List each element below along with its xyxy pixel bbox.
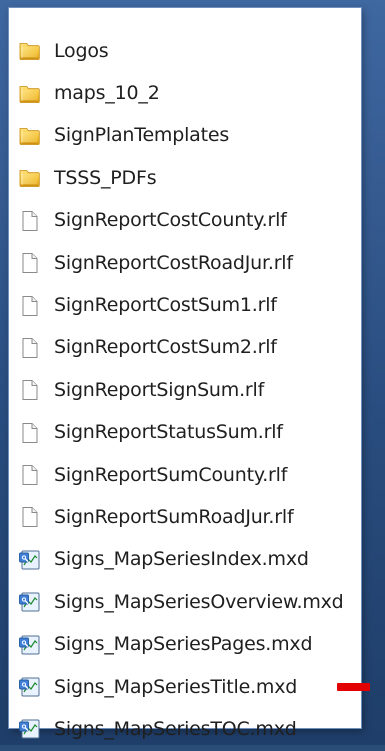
mxd-map-icon: [18, 590, 54, 614]
document-icon: [18, 251, 54, 275]
file-list-item[interactable]: SignReportSignSum.rlf: [9, 369, 361, 411]
mxd-map-icon: [18, 717, 54, 741]
file-name-label: SignReportCostRoadJur.rlf: [54, 251, 293, 274]
document-icon: [18, 421, 54, 445]
folder-icon: [18, 166, 54, 190]
folder-list-item[interactable]: Logos: [9, 30, 361, 72]
file-name-label: Signs_MapSeriesTOC.mxd: [54, 717, 297, 740]
file-name-label: SignReportCostSum2.rlf: [54, 336, 277, 359]
file-list-item[interactable]: SignReportStatusSum.rlf: [9, 412, 361, 454]
file-list-item[interactable]: Signs_MapSeriesTitle.mxd: [9, 666, 370, 708]
file-name-label: SignReportSignSum.rlf: [54, 378, 265, 401]
folder-list-item[interactable]: SignPlanTemplates: [9, 115, 361, 157]
file-name-label: maps_10_2: [54, 82, 160, 105]
file-list: Logos maps_10_2 SignPlanTemplates TSSS_P…: [9, 30, 370, 751]
file-list-panel: Logos maps_10_2 SignPlanTemplates TSSS_P…: [9, 8, 370, 739]
file-list-item[interactable]: Signs_MapSeriesIndex.mxd: [9, 539, 361, 581]
mxd-map-icon: [18, 675, 54, 699]
document-icon: [18, 209, 54, 233]
file-name-label: SignReportCostCounty.rlf: [54, 209, 287, 232]
file-name-label: SignReportCostSum1.rlf: [54, 294, 277, 317]
document-icon: [18, 463, 54, 487]
file-name-label: Signs_MapSeriesIndex.mxd: [54, 548, 309, 571]
folder-icon: [18, 124, 54, 148]
mxd-map-icon: [18, 633, 54, 657]
file-name-label: SignPlanTemplates: [54, 124, 230, 147]
file-list-item[interactable]: Signs_MapSeriesTOC.mxd: [9, 708, 361, 750]
document-icon: [18, 294, 54, 318]
file-name-label: SignReportStatusSum.rlf: [54, 421, 283, 444]
file-list-item[interactable]: Signs_MapSeriesPages.mxd: [9, 623, 361, 665]
file-list-item[interactable]: SignReportCostRoadJur.rlf: [9, 242, 361, 284]
file-list-item[interactable]: SignReportCostSum2.rlf: [9, 327, 361, 369]
red-highlight-marker: [337, 683, 370, 692]
folder-icon: [18, 82, 54, 106]
folder-icon: [18, 39, 54, 63]
file-name-label: Signs_MapSeriesOverview.mxd: [54, 590, 344, 613]
folder-list-item[interactable]: TSSS_PDFs: [9, 157, 361, 199]
file-name-label: SignReportSumCounty.rlf: [54, 463, 288, 486]
folder-list-item[interactable]: maps_10_2: [9, 72, 361, 114]
document-icon: [18, 336, 54, 360]
file-list-item[interactable]: Signs_MapSeriesOverview.mxd: [9, 581, 361, 623]
file-name-label: TSSS_PDFs: [54, 166, 157, 189]
mxd-map-icon: [18, 548, 54, 572]
file-list-item[interactable]: SignReportSumCounty.rlf: [9, 454, 361, 496]
document-icon: [18, 505, 54, 529]
document-icon: [18, 378, 54, 402]
file-list-item[interactable]: SignReportSumRoadJur.rlf: [9, 496, 361, 538]
file-name-label: Logos: [54, 39, 109, 62]
file-name-label: Signs_MapSeriesPages.mxd: [54, 633, 313, 656]
file-name-label: SignReportSumRoadJur.rlf: [54, 505, 294, 528]
file-list-item[interactable]: SignReportCostCounty.rlf: [9, 200, 361, 242]
desktop-background: Logos maps_10_2 SignPlanTemplates TSSS_P…: [0, 0, 385, 745]
file-name-label: Signs_MapSeriesTitle.mxd: [54, 675, 298, 698]
file-list-item[interactable]: SignReportCostSum1.rlf: [9, 284, 361, 326]
